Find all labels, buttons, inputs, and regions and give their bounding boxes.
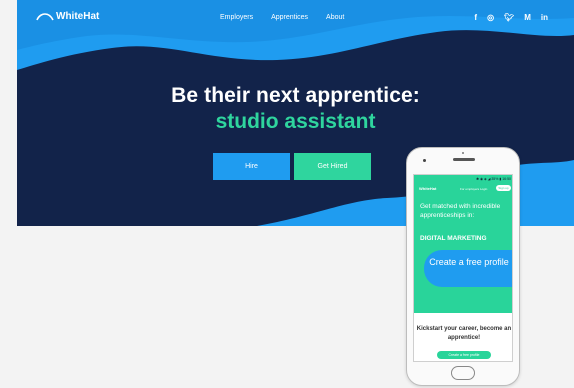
phone-status-bar: ✱ ◉ ◈ ◢ 35% ▮ 16:50: [414, 175, 512, 183]
hero-title: Be their next apprentice:: [171, 84, 420, 107]
facebook-icon[interactable]: f: [474, 13, 477, 22]
phone-footer-text: Kickstart your career, become an apprent…: [416, 326, 512, 341]
nav-links: Employers Apprentices About: [220, 14, 362, 21]
twitter-icon[interactable]: 🐦︎: [504, 13, 514, 22]
whitehat-logo-icon: [36, 12, 54, 20]
top-nav: WhiteHat Employers Apprentices About f ◎…: [17, 0, 574, 42]
phone-discipline: DIGITAL MARKETING: [420, 235, 487, 242]
phone-footer-button: Create a free profile: [437, 351, 491, 359]
phone-headline: Get matched with incredible apprenticesh…: [420, 203, 501, 219]
brand-logo[interactable]: WhiteHat: [36, 11, 99, 22]
hero-subtitle: studio assistant: [215, 110, 376, 133]
brand-name: WhiteHat: [56, 11, 100, 22]
phone-sensor: [462, 152, 464, 154]
phone-camera: [423, 159, 426, 162]
hire-button[interactable]: Hire: [213, 153, 290, 180]
phone-signup-button: Sign up: [496, 185, 511, 191]
nav-link-apprentices[interactable]: Apprentices: [271, 14, 308, 21]
instagram-icon[interactable]: ◎: [487, 13, 494, 22]
social-links: f ◎ 🐦︎ M in: [464, 13, 548, 22]
phone-screen: ✱ ◉ ◈ ◢ 35% ▮ 16:50 WhiteHat For employe…: [413, 174, 513, 362]
phone-home-button: [451, 366, 475, 380]
linkedin-icon[interactable]: in: [541, 13, 548, 22]
phone-speaker: [453, 158, 475, 161]
phone-mockup: ✱ ◉ ◈ ◢ 35% ▮ 16:50 WhiteHat For employe…: [406, 147, 520, 386]
page: WhiteHat Employers Apprentices About f ◎…: [0, 0, 574, 388]
get-hired-button[interactable]: Get Hired: [294, 153, 371, 180]
medium-icon[interactable]: M: [524, 13, 531, 22]
phone-nav: WhiteHat For employers Login Sign up: [414, 183, 512, 195]
phone-nav-links: For employers Login: [460, 187, 488, 191]
phone-hero: Get matched with incredible apprenticesh…: [414, 195, 512, 313]
nav-link-employers[interactable]: Employers: [220, 14, 253, 21]
nav-link-about[interactable]: About: [326, 14, 344, 21]
phone-cta-button: Create a free profile: [424, 250, 512, 287]
phone-logo: WhiteHat: [419, 186, 437, 191]
